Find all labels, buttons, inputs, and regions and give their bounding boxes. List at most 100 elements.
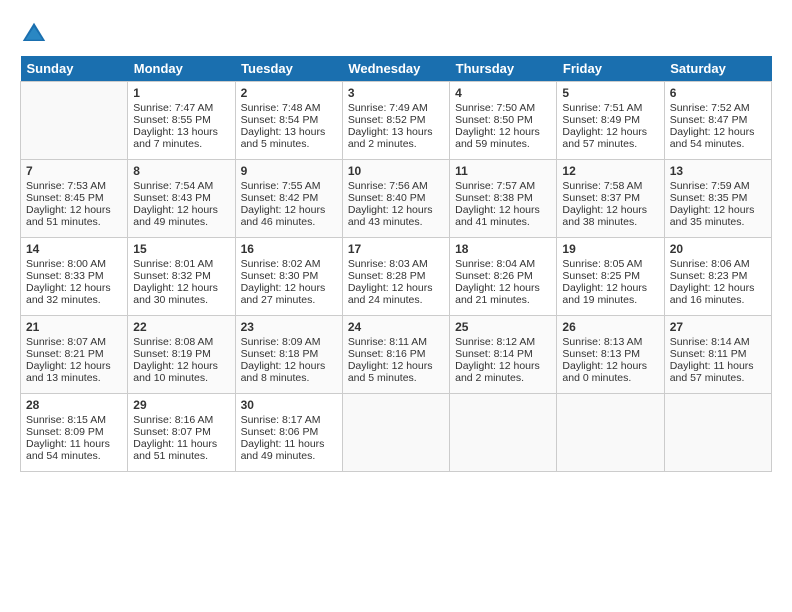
- calendar-cell: [342, 394, 449, 472]
- sunset-text: Sunset: 8:50 PM: [455, 114, 533, 126]
- daylight-text: Daylight: 12 hours and 41 minutes.: [455, 204, 540, 228]
- sunrise-text: Sunrise: 7:48 AM: [241, 102, 321, 114]
- daylight-text: Daylight: 13 hours and 7 minutes.: [133, 126, 218, 150]
- sunrise-text: Sunrise: 8:13 AM: [562, 336, 642, 348]
- day-number: 28: [26, 398, 122, 412]
- week-row-3: 21Sunrise: 8:07 AMSunset: 8:21 PMDayligh…: [21, 316, 772, 394]
- sunset-text: Sunset: 8:06 PM: [241, 426, 319, 438]
- sunset-text: Sunset: 8:07 PM: [133, 426, 211, 438]
- sunset-text: Sunset: 8:35 PM: [670, 192, 748, 204]
- daylight-text: Daylight: 12 hours and 46 minutes.: [241, 204, 326, 228]
- sunset-text: Sunset: 8:32 PM: [133, 270, 211, 282]
- calendar-cell: 5Sunrise: 7:51 AMSunset: 8:49 PMDaylight…: [557, 82, 664, 160]
- daylight-text: Daylight: 12 hours and 19 minutes.: [562, 282, 647, 306]
- sunrise-text: Sunrise: 8:09 AM: [241, 336, 321, 348]
- sunrise-text: Sunrise: 8:01 AM: [133, 258, 213, 270]
- day-number: 25: [455, 320, 551, 334]
- daylight-text: Daylight: 12 hours and 35 minutes.: [670, 204, 755, 228]
- sunrise-text: Sunrise: 8:11 AM: [348, 336, 427, 348]
- day-number: 18: [455, 242, 551, 256]
- header-thursday: Thursday: [450, 56, 557, 82]
- daylight-text: Daylight: 11 hours and 54 minutes.: [26, 438, 110, 462]
- header-tuesday: Tuesday: [235, 56, 342, 82]
- sunset-text: Sunset: 8:25 PM: [562, 270, 640, 282]
- daylight-text: Daylight: 12 hours and 57 minutes.: [562, 126, 647, 150]
- calendar-cell: [664, 394, 771, 472]
- header-monday: Monday: [128, 56, 235, 82]
- sunrise-text: Sunrise: 8:06 AM: [670, 258, 750, 270]
- calendar-cell: 26Sunrise: 8:13 AMSunset: 8:13 PMDayligh…: [557, 316, 664, 394]
- sunset-text: Sunset: 8:09 PM: [26, 426, 104, 438]
- sunrise-text: Sunrise: 7:58 AM: [562, 180, 642, 192]
- sunrise-text: Sunrise: 8:00 AM: [26, 258, 106, 270]
- calendar-cell: 18Sunrise: 8:04 AMSunset: 8:26 PMDayligh…: [450, 238, 557, 316]
- day-number: 14: [26, 242, 122, 256]
- daylight-text: Daylight: 12 hours and 5 minutes.: [348, 360, 433, 384]
- daylight-text: Daylight: 12 hours and 8 minutes.: [241, 360, 326, 384]
- sunset-text: Sunset: 8:47 PM: [670, 114, 748, 126]
- calendar-cell: [21, 82, 128, 160]
- calendar-cell: 23Sunrise: 8:09 AMSunset: 8:18 PMDayligh…: [235, 316, 342, 394]
- sunset-text: Sunset: 8:40 PM: [348, 192, 426, 204]
- sunrise-text: Sunrise: 8:02 AM: [241, 258, 321, 270]
- sunrise-text: Sunrise: 7:56 AM: [348, 180, 428, 192]
- week-row-4: 28Sunrise: 8:15 AMSunset: 8:09 PMDayligh…: [21, 394, 772, 472]
- day-number: 4: [455, 86, 551, 100]
- header-saturday: Saturday: [664, 56, 771, 82]
- calendar-cell: 12 Sunrise: 7:58 AMSunset: 8:37 PMDayligh…: [557, 160, 664, 238]
- calendar-cell: 13 Sunrise: 7:59 AMSunset: 8:35 PMDayligh…: [664, 160, 771, 238]
- sunset-text: Sunset: 8:14 PM: [455, 348, 533, 360]
- daylight-text: Daylight: 12 hours and 51 minutes.: [26, 204, 111, 228]
- daylight-text: Daylight: 12 hours and 49 minutes.: [133, 204, 218, 228]
- header-friday: Friday: [557, 56, 664, 82]
- daylight-text: Daylight: 13 hours and 2 minutes.: [348, 126, 433, 150]
- sunrise-text: Sunrise: 7:50 AM: [455, 102, 535, 114]
- sunset-text: Sunset: 8:49 PM: [562, 114, 640, 126]
- logo-icon: [20, 20, 48, 48]
- sunset-text: Sunset: 8:55 PM: [133, 114, 211, 126]
- sunrise-text: Sunrise: 7:59 AM: [670, 180, 750, 192]
- day-number: 12: [562, 164, 658, 178]
- calendar-cell: 9 Sunrise: 7:55 AMSunset: 8:42 PMDaylight…: [235, 160, 342, 238]
- calendar-cell: 16Sunrise: 8:02 AMSunset: 8:30 PMDayligh…: [235, 238, 342, 316]
- sunset-text: Sunset: 8:16 PM: [348, 348, 426, 360]
- daylight-text: Daylight: 12 hours and 10 minutes.: [133, 360, 218, 384]
- calendar-header-row: SundayMondayTuesdayWednesdayThursdayFrid…: [21, 56, 772, 82]
- sunset-text: Sunset: 8:11 PM: [670, 348, 747, 360]
- calendar-cell: 21Sunrise: 8:07 AMSunset: 8:21 PMDayligh…: [21, 316, 128, 394]
- calendar-cell: 27Sunrise: 8:14 AMSunset: 8:11 PMDayligh…: [664, 316, 771, 394]
- day-number: 7: [26, 164, 122, 178]
- sunset-text: Sunset: 8:37 PM: [562, 192, 640, 204]
- calendar-cell: 15Sunrise: 8:01 AMSunset: 8:32 PMDayligh…: [128, 238, 235, 316]
- calendar-cell: 28Sunrise: 8:15 AMSunset: 8:09 PMDayligh…: [21, 394, 128, 472]
- sunrise-text: Sunrise: 8:12 AM: [455, 336, 535, 348]
- calendar-cell: 7Sunrise: 7:53 AMSunset: 8:45 PMDaylight…: [21, 160, 128, 238]
- daylight-text: Daylight: 12 hours and 13 minutes.: [26, 360, 111, 384]
- calendar-cell: 19Sunrise: 8:05 AMSunset: 8:25 PMDayligh…: [557, 238, 664, 316]
- day-number: 15: [133, 242, 229, 256]
- sunrise-text: Sunrise: 8:14 AM: [670, 336, 750, 348]
- day-number: 11: [455, 164, 551, 178]
- day-number: 10: [348, 164, 444, 178]
- sunset-text: Sunset: 8:30 PM: [241, 270, 319, 282]
- sunrise-text: Sunrise: 7:54 AM: [133, 180, 213, 192]
- sunset-text: Sunset: 8:52 PM: [348, 114, 426, 126]
- day-number: 30: [241, 398, 337, 412]
- sunset-text: Sunset: 8:13 PM: [562, 348, 640, 360]
- day-number: 3: [348, 86, 444, 100]
- sunrise-text: Sunrise: 8:17 AM: [241, 414, 321, 426]
- week-row-0: 1Sunrise: 7:47 AMSunset: 8:55 PMDaylight…: [21, 82, 772, 160]
- calendar-cell: 14Sunrise: 8:00 AMSunset: 8:33 PMDayligh…: [21, 238, 128, 316]
- sunset-text: Sunset: 8:42 PM: [241, 192, 319, 204]
- sunrise-text: Sunrise: 7:55 AM: [241, 180, 321, 192]
- sunrise-text: Sunrise: 8:08 AM: [133, 336, 213, 348]
- sunset-text: Sunset: 8:21 PM: [26, 348, 104, 360]
- day-number: 9: [241, 164, 337, 178]
- daylight-text: Daylight: 11 hours and 51 minutes.: [133, 438, 217, 462]
- page-header: [20, 20, 772, 48]
- daylight-text: Daylight: 12 hours and 38 minutes.: [562, 204, 647, 228]
- sunset-text: Sunset: 8:43 PM: [133, 192, 211, 204]
- calendar-cell: 30Sunrise: 8:17 AMSunset: 8:06 PMDayligh…: [235, 394, 342, 472]
- day-number: 13: [670, 164, 766, 178]
- sunset-text: Sunset: 8:18 PM: [241, 348, 319, 360]
